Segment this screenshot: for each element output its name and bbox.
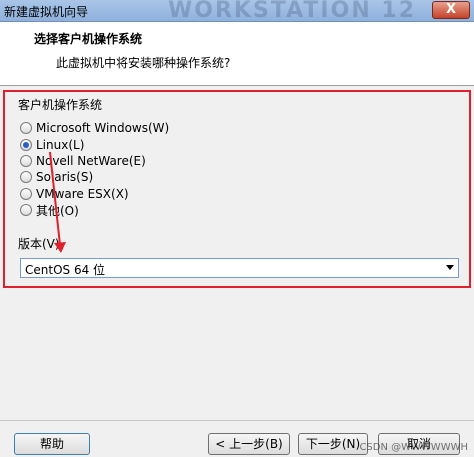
radio-netware[interactable]: Novell NetWare(E): [20, 153, 146, 169]
back-button[interactable]: < 上一步(B): [208, 433, 290, 455]
radio-indicator: [20, 204, 32, 216]
radio-vmware-esx[interactable]: VMware ESX(X): [20, 186, 129, 202]
radio-label: Microsoft Windows(W): [36, 121, 170, 135]
radio-indicator: [20, 188, 32, 200]
version-select[interactable]: CentOS 64 位: [20, 258, 459, 278]
guest-os-group-label: 客户机操作系统: [18, 98, 103, 112]
window-title: 新建虚拟机向导: [4, 5, 89, 19]
radio-label: Solaris(S): [36, 170, 94, 184]
chevron-down-icon: [446, 265, 454, 270]
close-button[interactable]: X: [432, 1, 470, 19]
radio-indicator: [20, 139, 32, 151]
radio-indicator: [20, 122, 32, 134]
csdn-watermark: CSDN @WWWWWWH: [359, 442, 468, 453]
page-title: 选择客户机操作系统: [34, 32, 143, 46]
page-subtitle: 此虚拟机中将安装哪种操作系统?: [56, 56, 231, 70]
next-button[interactable]: 下一步(N) >: [298, 433, 368, 455]
wizard-header: 选择客户机操作系统 此虚拟机中将安装哪种操作系统?: [0, 22, 474, 86]
version-label: 版本(V): [18, 237, 60, 251]
radio-label: Novell NetWare(E): [36, 154, 146, 168]
radio-label: Linux(L): [36, 138, 85, 152]
radio-indicator: [20, 155, 32, 167]
help-button[interactable]: 帮助: [14, 433, 90, 455]
radio-label: 其他(O): [36, 203, 79, 218]
radio-label: VMware ESX(X): [36, 187, 129, 201]
radio-linux[interactable]: Linux(L): [20, 137, 84, 153]
wizard-footer: 帮助 < 上一步(B) 下一步(N) > 取消 CSDN @WWWWWWH: [0, 420, 474, 457]
title-bar: 新建虚拟机向导 WORKSTATION 12 X: [0, 0, 474, 23]
radio-other[interactable]: 其他(O): [20, 202, 79, 218]
radio-windows[interactable]: Microsoft Windows(W): [20, 120, 169, 136]
version-selected-value: CentOS 64 位: [25, 263, 106, 277]
radio-solaris[interactable]: Solaris(S): [20, 169, 93, 185]
radio-indicator: [20, 171, 32, 183]
product-watermark: WORKSTATION 12: [168, 0, 416, 23]
